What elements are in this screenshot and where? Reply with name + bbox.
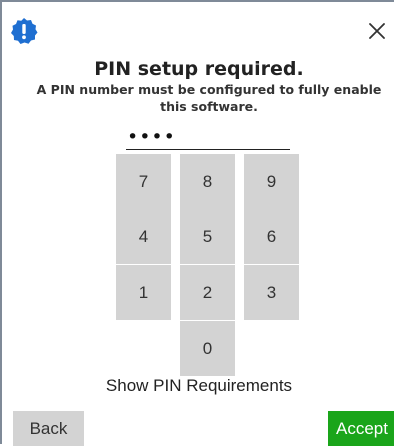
keypad-key-9[interactable]: 9 <box>244 154 299 209</box>
show-pin-requirements-link[interactable]: Show PIN Requirements <box>2 376 394 396</box>
back-button[interactable]: Back <box>13 411 84 446</box>
keypad-key-3[interactable]: 3 <box>244 265 299 320</box>
keypad-key-8[interactable]: 8 <box>180 154 235 209</box>
keypad-key-0[interactable]: 0 <box>180 321 235 376</box>
exclamation-badge-icon <box>11 18 38 44</box>
accept-button[interactable]: Accept <box>328 411 394 446</box>
keypad-key-1[interactable]: 1 <box>116 265 171 320</box>
keypad-key-6[interactable]: 6 <box>244 209 299 264</box>
keypad-key-4[interactable]: 4 <box>116 209 171 264</box>
keypad-key-2[interactable]: 2 <box>180 265 235 320</box>
dialog-title: PIN setup required. <box>94 58 304 80</box>
keypad-key-7[interactable]: 7 <box>116 154 171 209</box>
keypad-key-5[interactable]: 5 <box>180 209 235 264</box>
close-icon[interactable] <box>366 20 388 42</box>
dialog-description: A PIN number must be configured to fully… <box>36 82 382 114</box>
pin-setup-dialog: PIN setup required. A PIN number must be… <box>0 0 394 446</box>
pin-input[interactable] <box>126 125 290 150</box>
